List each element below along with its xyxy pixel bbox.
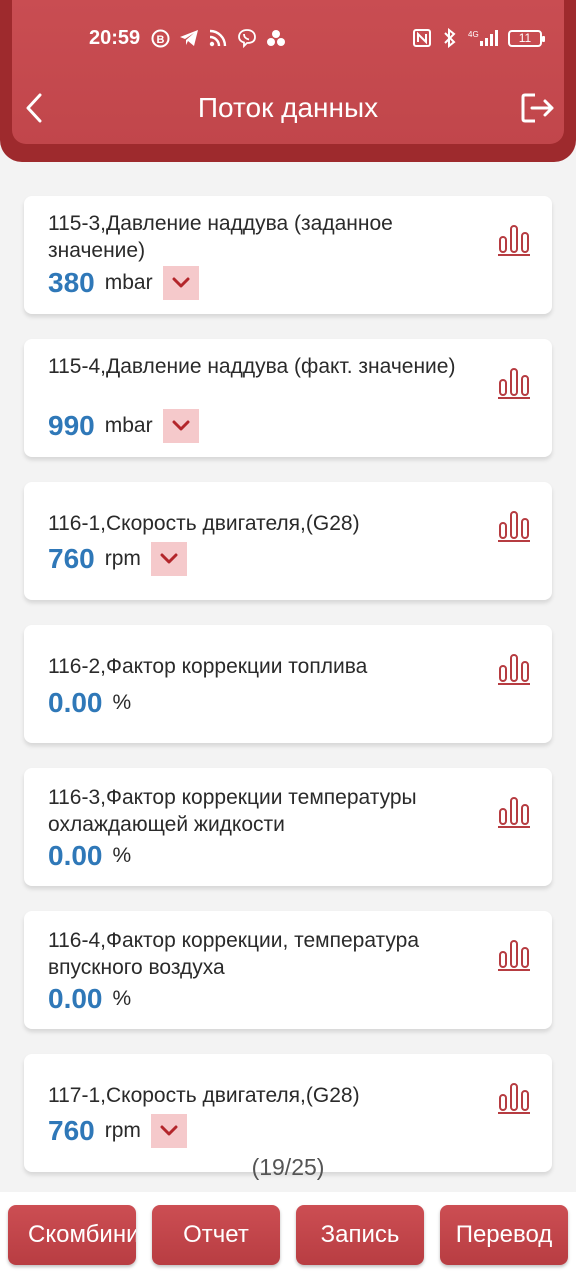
telegram-icon <box>179 28 199 48</box>
value-unit: rpm <box>104 1119 141 1142</box>
graph-button[interactable] <box>496 222 532 258</box>
value-unit: % <box>112 691 132 714</box>
graph-button[interactable] <box>496 651 532 687</box>
status-bar: 20:59 B 4G 11 <box>0 22 576 58</box>
item-value: 760 rpm <box>48 542 187 576</box>
value-number: 0.00 <box>48 983 103 1014</box>
value-unit: mbar <box>104 414 153 437</box>
nfc-icon <box>412 28 432 48</box>
item-value: 0.00 % <box>48 983 141 1015</box>
item-value: 760 rpm <box>48 1114 187 1148</box>
list-item: 116-1,Скорость двигателя,(G28) 760 rpm <box>24 482 552 600</box>
translate-button[interactable]: Перевод <box>440 1205 568 1265</box>
unit-dropdown-button[interactable] <box>162 409 199 443</box>
bluetooth-icon <box>440 28 460 48</box>
item-label: 116-3,Фактор коррекции температуры охлаж… <box>48 786 417 836</box>
page-title: Поток данных <box>197 92 379 123</box>
chevron-down-icon <box>160 553 178 564</box>
value-number: 380 <box>48 267 95 298</box>
svg-text:4G: 4G <box>468 30 479 39</box>
system-icons: 4G 11 <box>412 28 545 48</box>
record-button-label: Запись <box>320 1221 400 1248</box>
value-number: 0.00 <box>48 840 103 871</box>
bar-chart-icon <box>498 797 530 828</box>
value-number: 760 <box>48 543 95 574</box>
value-number: 990 <box>48 410 95 441</box>
graph-button[interactable] <box>496 365 532 401</box>
battery-indicator: 11 <box>508 29 545 47</box>
list-item: 116-3,Фактор коррекции температуры охлаж… <box>24 768 552 886</box>
bar-chart-icon <box>498 940 530 971</box>
graph-button[interactable] <box>496 794 532 830</box>
b-icon: B <box>150 28 170 48</box>
chevron-down-icon <box>172 277 190 288</box>
item-value: 0.00 % <box>48 687 141 719</box>
bottom-toolbar: Скомбинировать Отчет Запись Перевод <box>0 1192 576 1280</box>
item-label: 116-2,Фактор коррекции топлива <box>48 655 368 678</box>
bar-chart-icon <box>498 368 530 399</box>
rss-icon <box>208 28 228 48</box>
item-value: 380 mbar <box>48 266 199 300</box>
combine-button[interactable]: Скомбинировать <box>8 1205 136 1265</box>
exit-button[interactable] <box>518 90 558 126</box>
translate-button-label: Перевод <box>455 1221 553 1248</box>
chevron-down-icon <box>172 420 190 431</box>
bar-chart-icon <box>498 654 530 685</box>
combine-button-label: Скомбинировать <box>28 1221 136 1248</box>
report-button-label: Отчет <box>183 1221 249 1248</box>
list-item: 116-2,Фактор коррекции топлива 0.00 % <box>24 625 552 743</box>
report-button[interactable]: Отчет <box>152 1205 280 1265</box>
list-item: 116-4,Фактор коррекции, температура впус… <box>24 911 552 1029</box>
list-item: 115-4,Давление наддува (факт. значение) … <box>24 339 552 457</box>
bar-chart-icon <box>498 511 530 542</box>
chevron-down-icon <box>160 1125 178 1136</box>
dots-icon <box>266 28 286 48</box>
item-label: 116-4,Фактор коррекции, температура впус… <box>48 929 420 979</box>
graph-button[interactable] <box>496 937 532 973</box>
svg-text:B: B <box>156 34 164 46</box>
value-unit: % <box>112 987 132 1010</box>
unit-dropdown-button[interactable] <box>162 266 199 300</box>
graph-button[interactable] <box>496 1080 532 1116</box>
value-number: 0.00 <box>48 687 103 718</box>
value-unit: rpm <box>104 547 141 570</box>
item-value: 990 mbar <box>48 409 199 443</box>
item-label: 116-1,Скорость двигателя,(G28) <box>48 512 360 535</box>
bar-chart-icon <box>498 1083 530 1114</box>
value-unit: % <box>112 844 132 867</box>
item-label: 117-1,Скорость двигателя,(G28) <box>48 1084 360 1107</box>
value-unit: mbar <box>104 271 153 294</box>
exit-icon <box>521 93 554 123</box>
item-value: 0.00 % <box>48 840 141 872</box>
item-label: 115-4,Давление наддува (факт. значение) <box>48 355 456 378</box>
signal-icon: 4G <box>468 28 500 48</box>
list-item: 115-3,Давление наддува (заданное значени… <box>24 196 552 314</box>
item-label: 115-3,Давление наддува (заданное значени… <box>48 212 393 262</box>
bar-chart-icon <box>498 225 530 256</box>
page-counter: (19/25) <box>251 1154 325 1180</box>
graph-button[interactable] <box>496 508 532 544</box>
viber-icon <box>237 28 257 48</box>
unit-dropdown-button[interactable] <box>150 1114 187 1148</box>
status-time: 20:59 <box>89 27 141 49</box>
record-button[interactable]: Запись <box>296 1205 424 1265</box>
notification-icons: B <box>150 28 286 48</box>
unit-dropdown-button[interactable] <box>150 542 187 576</box>
value-number: 760 <box>48 1115 95 1146</box>
